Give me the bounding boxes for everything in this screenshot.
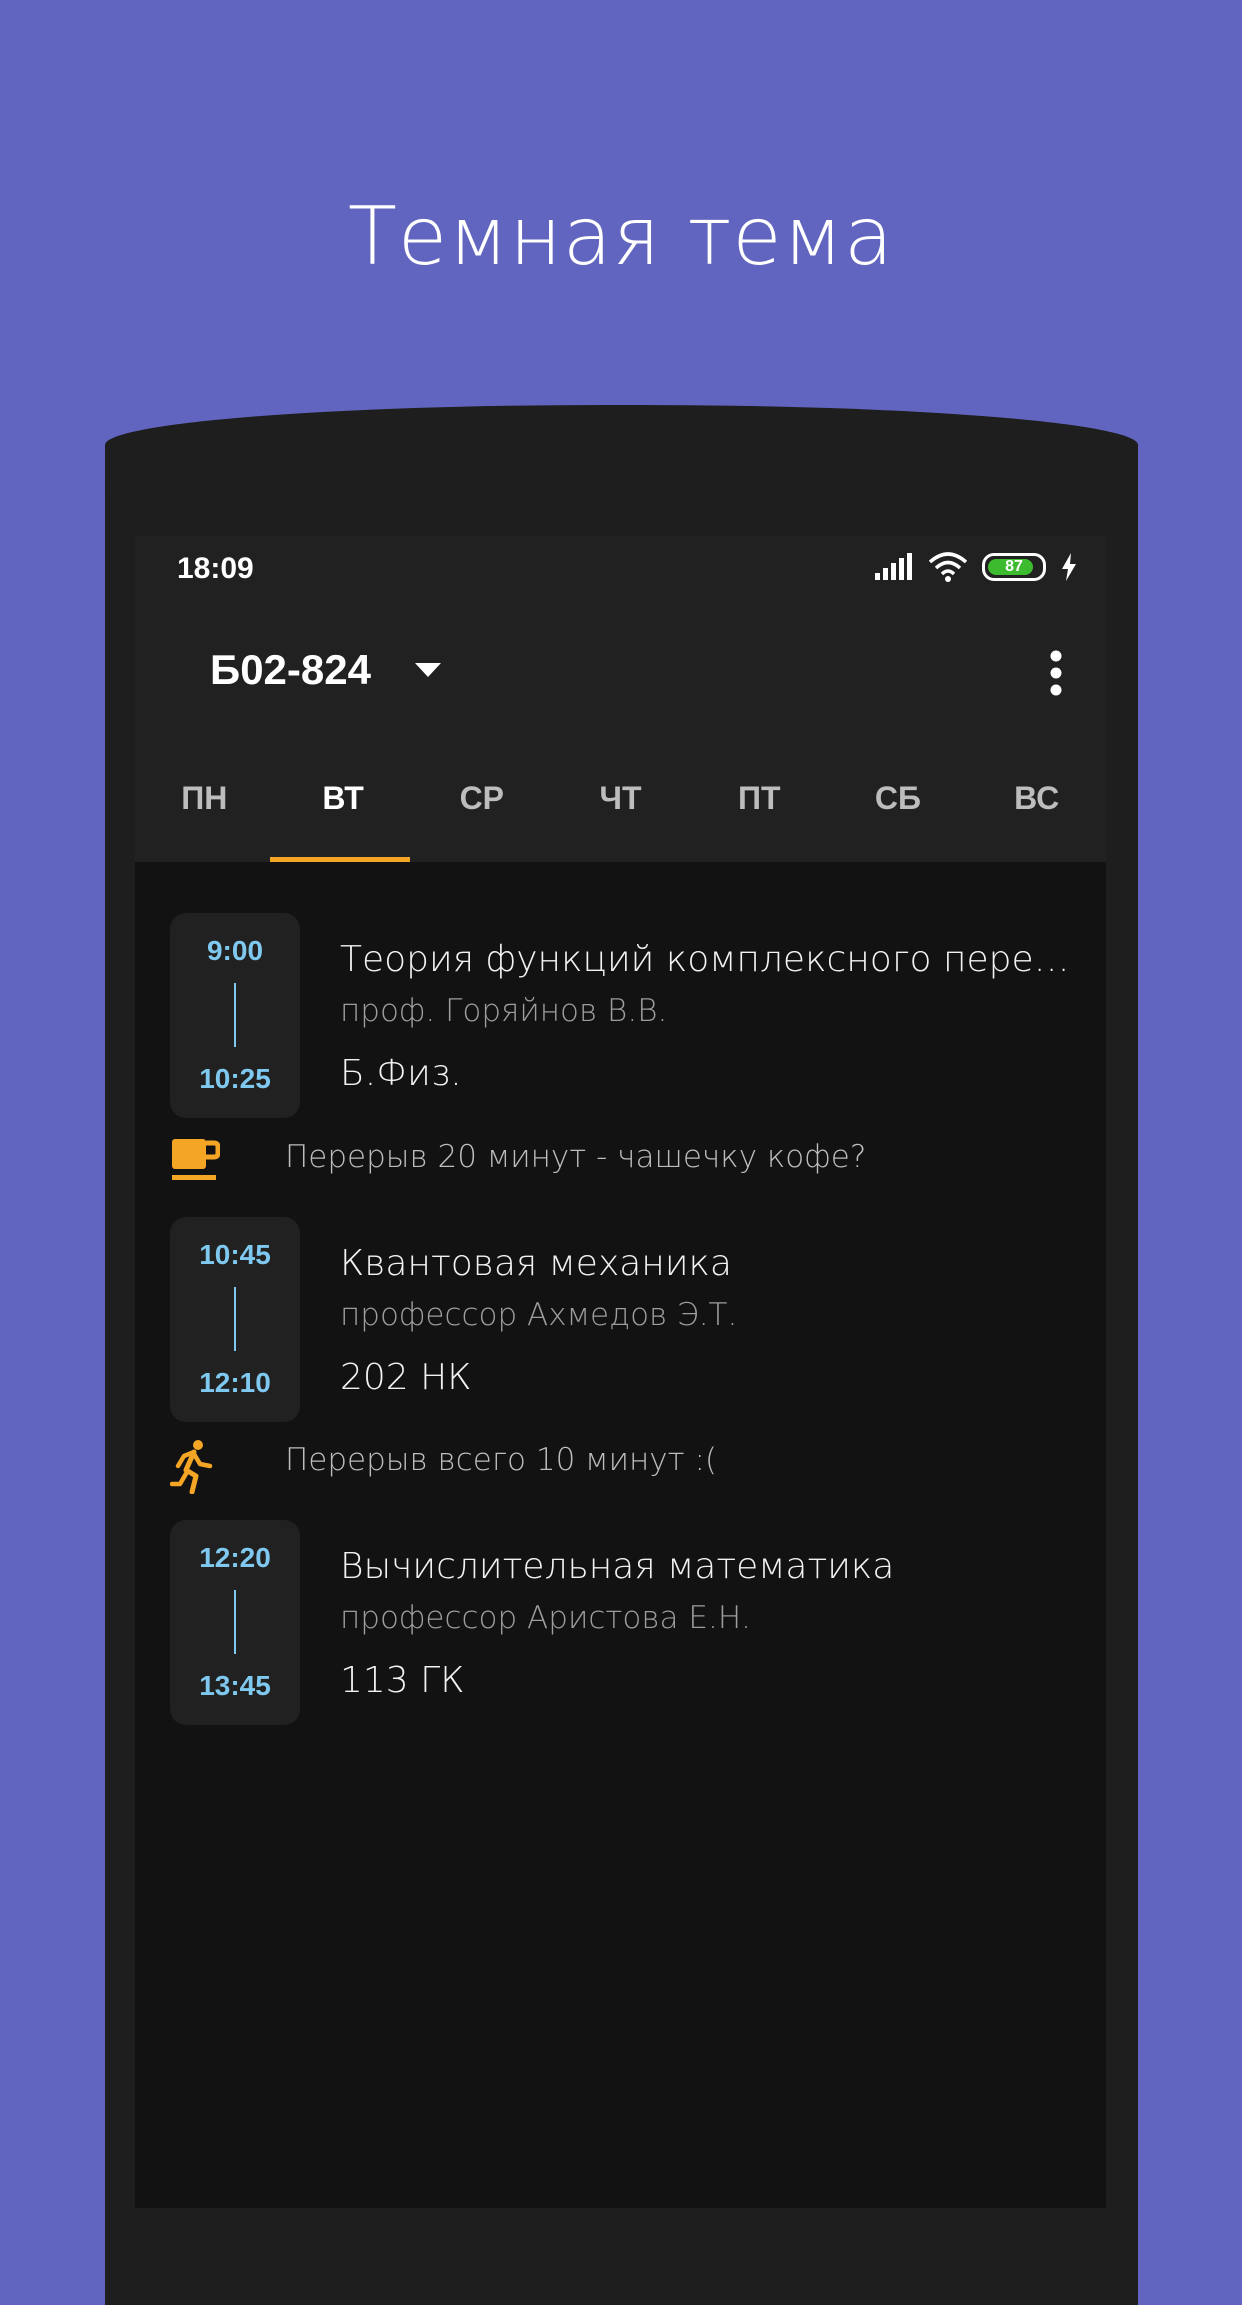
lesson-title: Теория функций комплексного перем...	[340, 939, 1075, 980]
day-tabs: ПН ВТ СР ЧТ ПТ СБ ВС	[135, 776, 1106, 862]
more-vert-icon[interactable]	[1049, 650, 1063, 696]
lesson-teacher: проф. Горяйнов В.В.	[340, 993, 668, 1029]
running-person-icon	[170, 1440, 213, 1494]
lesson-start-time: 12:20	[199, 1542, 271, 1573]
lesson-room: 202 НК	[340, 1357, 472, 1398]
battery-level: 87	[1005, 558, 1023, 575]
lesson-title: Вычислительная математика	[340, 1546, 895, 1587]
phone-screen: 18:09 87 Б02-824 ПН ВТ СР ЧТ ПТ СБ ВС 9:…	[135, 536, 1106, 2208]
group-selector-label[interactable]: Б02-824	[210, 646, 371, 694]
page-headline: Темная тема	[347, 190, 895, 283]
tab-mon[interactable]: ПН	[135, 776, 274, 862]
charging-icon	[1062, 553, 1076, 581]
status-icons: 87	[874, 552, 1078, 582]
phone-frame-top	[105, 440, 1138, 540]
time-divider	[234, 983, 236, 1047]
break-text: Перерыв всего 10 минут :(	[285, 1442, 718, 1478]
lesson-card[interactable]: 9:00 10:25 Теория функций комплексного п…	[170, 913, 1080, 1118]
lesson-title: Квантовая механика	[340, 1243, 732, 1284]
tab-sat[interactable]: СБ	[829, 776, 968, 862]
tab-sun[interactable]: ВС	[967, 776, 1106, 862]
tab-wed[interactable]: СР	[412, 776, 551, 862]
lesson-teacher: профессор Ахмедов Э.Т.	[340, 1297, 738, 1333]
lesson-start-time: 10:45	[199, 1239, 271, 1270]
coffee-cup-icon	[172, 1139, 220, 1180]
dropdown-arrow-icon[interactable]	[415, 663, 441, 677]
lesson-teacher: профессор Аристова Е.Н.	[340, 1600, 752, 1636]
lesson-time-box: 12:20 13:45	[170, 1520, 300, 1725]
lesson-end-time: 10:25	[199, 1063, 271, 1094]
lesson-room: 113 ГК	[340, 1660, 465, 1701]
time-divider	[234, 1590, 236, 1654]
tab-thu[interactable]: ЧТ	[551, 776, 690, 862]
active-tab-indicator	[270, 857, 410, 862]
break-row: Перерыв всего 10 минут :(	[170, 1434, 1080, 1494]
time-divider	[234, 1287, 236, 1351]
wifi-icon	[928, 552, 968, 582]
lesson-card[interactable]: 10:45 12:10 Квантовая механика профессор…	[170, 1217, 1080, 1422]
break-row: Перерыв 20 минут - чашечку кофе?	[170, 1131, 1080, 1191]
lesson-time-box: 9:00 10:25	[170, 913, 300, 1118]
tab-tue[interactable]: ВТ	[274, 776, 413, 862]
tab-fri[interactable]: ПТ	[690, 776, 829, 862]
status-time: 18:09	[177, 552, 254, 585]
lesson-time-box: 10:45 12:10	[170, 1217, 300, 1422]
break-text: Перерыв 20 минут - чашечку кофе?	[285, 1139, 867, 1175]
battery-icon: 87	[982, 553, 1046, 581]
signal-icon	[875, 553, 912, 580]
lesson-end-time: 12:10	[199, 1367, 271, 1398]
lesson-end-time: 13:45	[199, 1670, 271, 1701]
app-bar: 18:09 87 Б02-824 ПН ВТ СР ЧТ ПТ СБ ВС	[135, 536, 1106, 862]
lesson-room: Б.Физ.	[340, 1053, 462, 1094]
lesson-start-time: 9:00	[206, 935, 264, 966]
lesson-card[interactable]: 12:20 13:45 Вычислительная математика пр…	[170, 1520, 1080, 1725]
